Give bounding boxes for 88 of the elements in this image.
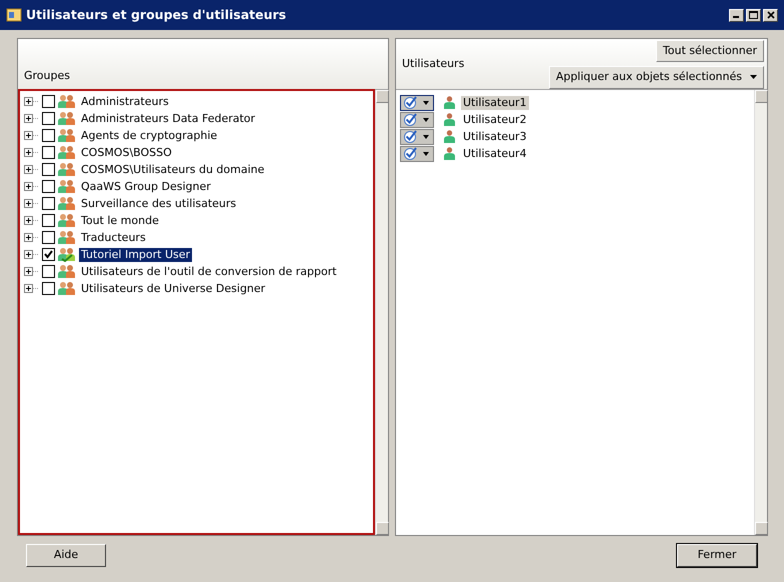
close-dialog-button[interactable]: Fermer [677, 544, 757, 567]
user-icon [444, 96, 455, 109]
check-dropdown[interactable] [400, 146, 434, 162]
checkbox[interactable] [42, 265, 55, 278]
user-group-icon [58, 196, 76, 211]
maximize-icon [749, 10, 758, 19]
group-label[interactable]: Traducteurs [79, 230, 148, 244]
checkbox[interactable] [42, 214, 55, 227]
check-icon [403, 96, 417, 109]
checkbox[interactable] [42, 112, 55, 125]
panel-title: Groupes [24, 68, 70, 84]
check-icon [403, 147, 417, 160]
check-icon [403, 130, 417, 143]
check-icon [403, 113, 417, 126]
user-group-icon [58, 162, 76, 177]
user-label[interactable]: Utilisateur2 [461, 112, 529, 126]
group-label[interactable]: Utilisateurs de Universe Designer [79, 282, 268, 296]
user-label[interactable]: Utilisateur3 [461, 130, 529, 144]
user-group-icon [58, 111, 76, 126]
apply-dropdown-button[interactable]: Appliquer aux objets sélectionnés [548, 66, 764, 88]
expand-icon[interactable] [24, 250, 39, 259]
checkbox[interactable] [42, 146, 55, 159]
caret-icon [423, 134, 429, 138]
caret-icon [423, 100, 429, 104]
group-label[interactable]: Surveillance des utilisateurs [79, 196, 238, 210]
user-label[interactable]: Utilisateur4 [461, 146, 529, 160]
caret-icon [423, 118, 429, 122]
scroll-up-button[interactable] [376, 90, 389, 103]
group-label[interactable]: Tout le monde [79, 214, 161, 228]
group-label[interactable]: Administrateurs [79, 94, 171, 108]
user-group-icon [58, 230, 76, 245]
window-title: Utilisateurs et groupes d'utilisateurs [26, 6, 286, 24]
checkbox[interactable] [42, 180, 55, 193]
checkbox[interactable] [42, 231, 55, 244]
check-dropdown[interactable] [400, 128, 434, 144]
expand-icon[interactable] [24, 284, 39, 293]
user-group-icon [58, 213, 76, 228]
user-group-icon [58, 128, 76, 143]
user-icon [444, 130, 455, 143]
user-icon [444, 113, 455, 126]
expand-icon[interactable] [24, 216, 39, 225]
checkbox[interactable] [42, 282, 55, 295]
scroll-up-button[interactable] [755, 90, 768, 103]
expand-icon[interactable] [24, 182, 39, 191]
window-icon [6, 8, 22, 22]
checkbox[interactable] [42, 197, 55, 210]
close-icon [766, 10, 774, 19]
checkbox[interactable] [42, 129, 55, 142]
scroll-down-button[interactable] [376, 522, 389, 535]
group-label[interactable]: Agents de cryptographie [79, 128, 220, 142]
panel-title: Utilisateurs [402, 56, 464, 72]
expand-icon[interactable] [24, 114, 39, 123]
group-label[interactable]: Administrateurs Data Federator [79, 112, 258, 126]
checkbox[interactable] [42, 163, 55, 176]
scrollbar[interactable] [375, 90, 388, 535]
user-group-icon [58, 247, 76, 262]
group-label[interactable]: Tutoriel Import User [79, 248, 192, 262]
expand-icon[interactable] [24, 165, 39, 174]
user-group-icon [58, 145, 76, 160]
help-button[interactable]: Aide [26, 544, 106, 567]
scrollbar[interactable] [754, 90, 767, 535]
user-icon [444, 147, 455, 160]
expand-icon[interactable] [24, 148, 39, 157]
group-label[interactable]: Utilisateurs de l'outil de conversion de rapport [79, 264, 339, 278]
group-label[interactable]: COSMOS\BOSSO [79, 146, 174, 160]
user-group-icon [58, 94, 76, 109]
checkbox[interactable] [42, 95, 55, 108]
check-dropdown[interactable] [400, 112, 434, 128]
expand-icon[interactable] [24, 131, 39, 140]
expand-icon[interactable] [24, 199, 39, 208]
expand-icon[interactable] [24, 97, 39, 106]
user-group-icon [58, 179, 76, 194]
check-dropdown[interactable] [400, 94, 434, 110]
scroll-down-button[interactable] [755, 522, 768, 535]
caret-icon [423, 152, 429, 156]
expand-icon[interactable] [24, 233, 39, 242]
user-group-icon [58, 281, 76, 296]
close-button[interactable] [763, 8, 778, 22]
user-group-icon [58, 264, 76, 279]
maximize-button[interactable] [746, 8, 761, 22]
select-all-button[interactable]: Tout sélectionner [656, 40, 764, 62]
group-label[interactable]: QaaWS Group Designer [79, 180, 213, 194]
expand-icon[interactable] [24, 267, 39, 276]
checkbox[interactable] [42, 248, 55, 261]
user-label[interactable]: Utilisateur1 [461, 96, 529, 110]
minimize-button[interactable] [729, 8, 744, 22]
group-label[interactable]: COSMOS\Utilisateurs du domaine [79, 162, 266, 176]
caret-icon [750, 75, 757, 80]
